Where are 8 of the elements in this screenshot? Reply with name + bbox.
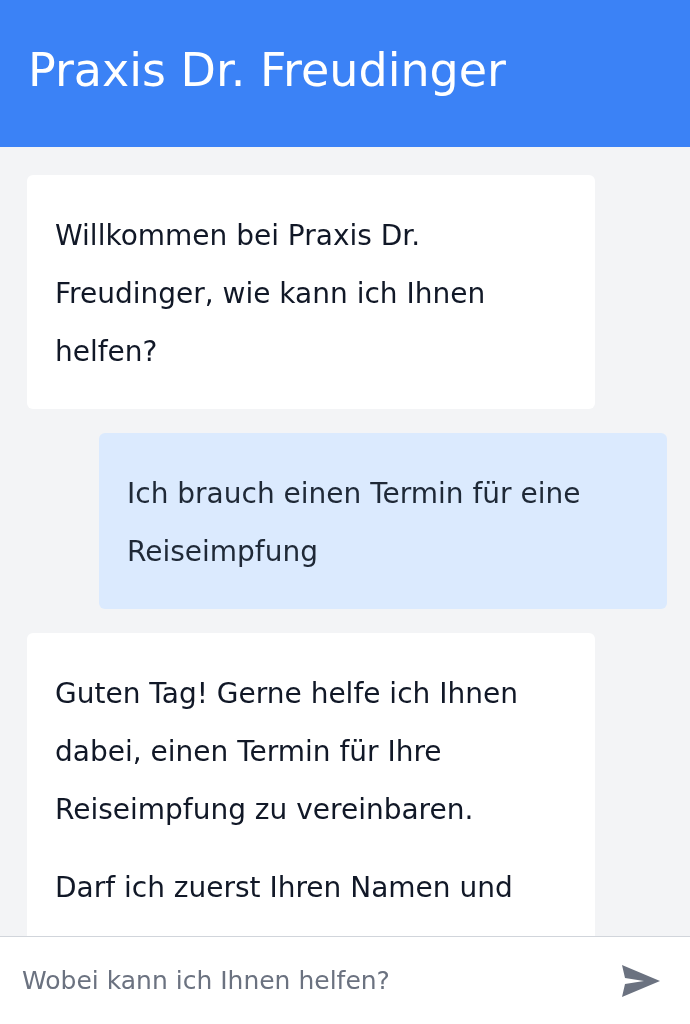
message-text: Darf ich zuerst Ihren Namen und — [55, 870, 514, 906]
message-text: Guten Tag! Gerne helfe ich Ihnen dabei, einen Termin für Ihre Reiseimpfung zu vereinbaren. — [55, 676, 519, 828]
message-field[interactable]: Wobei kann ich Ihnen helfen? — [0, 936, 690, 1024]
send-icon — [622, 964, 660, 997]
message-text: Ich brauch einen Termin für eine Reiseimpfung — [127, 476, 582, 570]
message-text: Willkommen bei Praxis Dr. Freudinger, wie kann ich Ihnen helfen? — [55, 218, 487, 370]
message-input[interactable]: Wobei kann ich Ihnen helfen? — [22, 955, 620, 1006]
app-title: Praxis Dr. Freudinger — [28, 42, 506, 97]
